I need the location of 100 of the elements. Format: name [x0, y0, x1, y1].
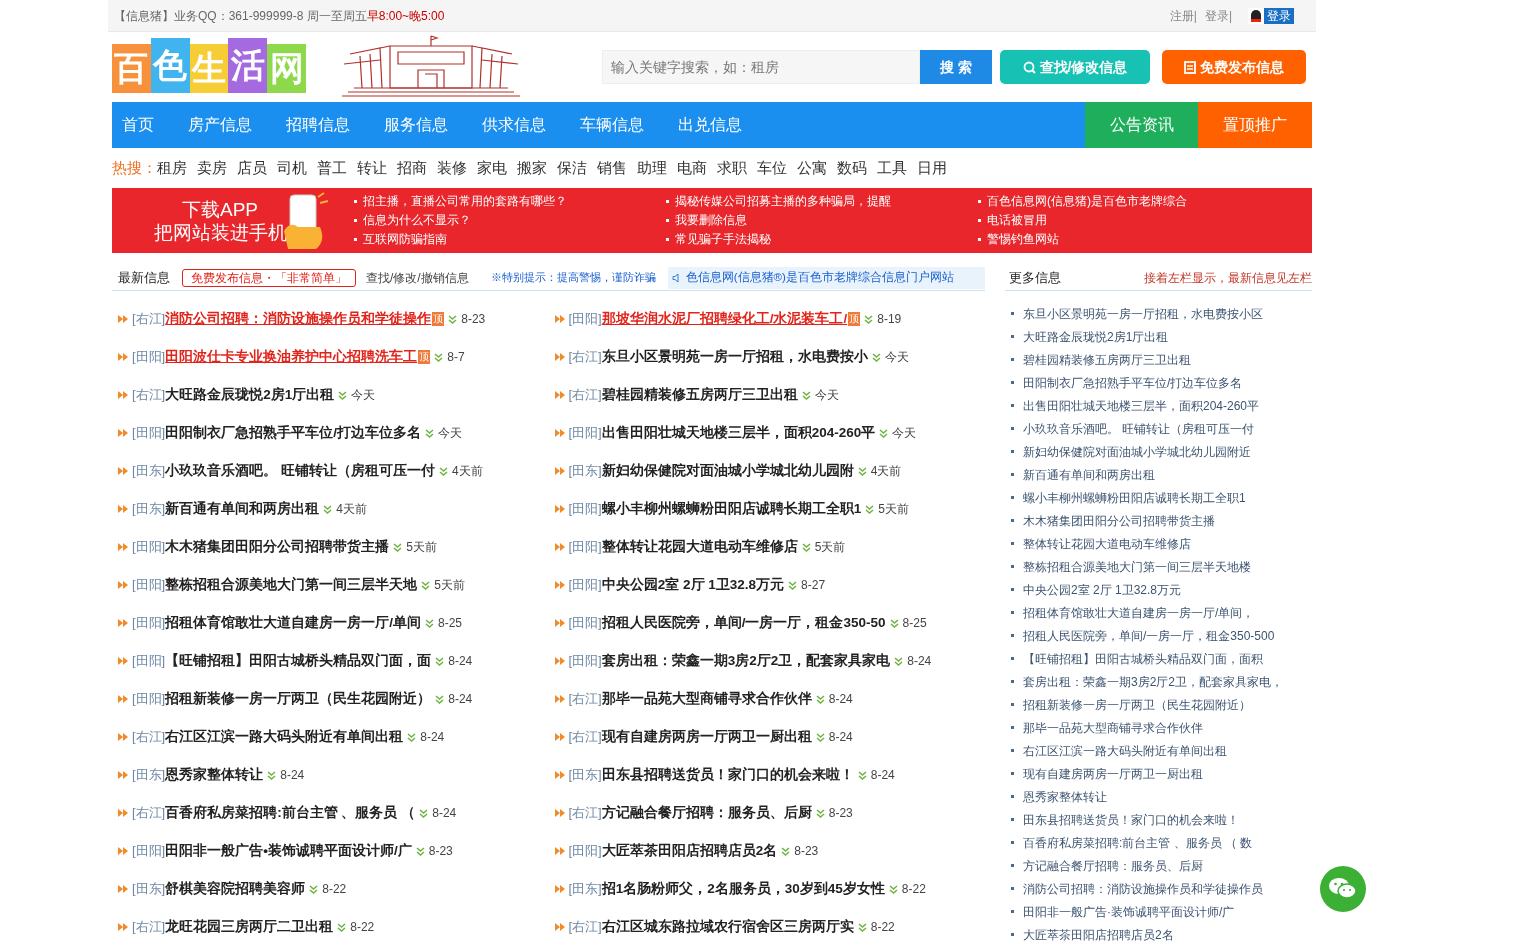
- more-info-link[interactable]: 整栋招租合源美地大门第一间三层半天地楼: [1011, 555, 1312, 578]
- listing-link[interactable]: 右江区江滨一路大码头附近有单间出租: [165, 726, 404, 748]
- listing-link[interactable]: 招租体育馆敢壮大道自建房一房一厅/单间: [165, 612, 421, 634]
- hot-search-link[interactable]: 车位: [757, 156, 787, 180]
- manage-info-link[interactable]: 查找/修改/撤销信息: [366, 268, 469, 287]
- listing-link[interactable]: 小玖玖音乐酒吧。 旺铺转让（房租可压一付: [165, 460, 435, 482]
- more-info-link[interactable]: 招租人民医院旁，单间/一房一厅，租金350-500: [1011, 624, 1312, 647]
- more-info-link[interactable]: 东旦小区景明苑一房一厅招租，水电费按小区: [1011, 302, 1312, 325]
- more-info-link[interactable]: 百香府私房菜招聘:前台主管 、服务员 （ 数: [1011, 831, 1312, 854]
- listing-link[interactable]: 碧桂园精装修五房两厅三卫出租: [601, 384, 798, 406]
- more-info-link[interactable]: 新百通有单间和两房出租: [1011, 463, 1312, 486]
- more-info-link[interactable]: 田东县招聘送货员！家门口的机会来啦！: [1011, 808, 1312, 831]
- search-button[interactable]: 搜 索: [920, 50, 992, 84]
- hot-search-link[interactable]: 电商: [677, 156, 707, 180]
- listing-link[interactable]: 木木猪集团田阳分公司招聘带货主播: [165, 536, 390, 558]
- more-info-link[interactable]: 大旺路金辰珑悦2房1厅出租: [1011, 325, 1312, 348]
- more-info-link[interactable]: 【旺铺招租】田阳古城桥头精品双门面，面积: [1011, 647, 1312, 670]
- listing-link[interactable]: 消防公司招聘：消防设施操作员和学徒操作: [165, 308, 432, 330]
- listing-link[interactable]: 那毕一品苑大型商铺寻求合作伙伴: [601, 688, 812, 710]
- hot-search-link[interactable]: 销售: [597, 156, 627, 180]
- hot-search-link[interactable]: 转让: [357, 156, 387, 180]
- listing-link[interactable]: 大旺路金辰珑悦2房1厅出租: [165, 384, 335, 406]
- listing-link[interactable]: 右江区城东路拉域农行宿舍区三房两厅实: [601, 916, 854, 938]
- listing-link[interactable]: 大匠萃茶田阳店招聘店员2名: [601, 840, 778, 862]
- listing-link[interactable]: 百香府私房菜招聘:前台主管 、服务员 （: [165, 802, 416, 824]
- hot-search-link[interactable]: 店员: [237, 156, 267, 180]
- more-info-link[interactable]: 小玖玖音乐酒吧。 旺铺转让（房租可压一付: [1011, 417, 1312, 440]
- listing-link[interactable]: 招租新装修一房一厅两卫（民生花园附近）: [165, 688, 432, 710]
- banner-link[interactable]: 揭秘传媒公司招募主播的多种骗局，提醒: [666, 192, 978, 211]
- listing-link[interactable]: 舒棋美容院招聘美容师: [165, 878, 306, 900]
- more-info-link[interactable]: 螺小丰柳州螺蛳粉田阳店诚聘长期工全职1: [1011, 486, 1312, 509]
- banner-link[interactable]: 招主播，直播公司常用的套路有哪些？: [354, 192, 666, 211]
- hot-search-link[interactable]: 搬家: [517, 156, 547, 180]
- banner-link[interactable]: 警惕钓鱼网站: [978, 230, 1290, 249]
- hot-search-link[interactable]: 卖房: [197, 156, 227, 180]
- listing-link[interactable]: 招1名肠粉师父，2名服务员，30岁到45岁女性: [601, 878, 885, 900]
- listing-link[interactable]: 整体转让花园大道电动车维修店: [601, 536, 798, 558]
- listing-link[interactable]: 田阳非一般广告•装饰诚聘平面设计师/广: [165, 840, 412, 862]
- more-info-link[interactable]: 中央公园2室 2厅 1卫32.8万元: [1011, 578, 1312, 601]
- hot-search-link[interactable]: 公寓: [797, 156, 827, 180]
- hot-search-link[interactable]: 数码: [837, 156, 867, 180]
- region-tag: [右江]: [568, 385, 602, 405]
- listing-link[interactable]: 整栋招租合源美地大门第一间三层半天地: [165, 574, 418, 596]
- listing-link[interactable]: 那坡华润水泥厂招聘绿化工/水泥装车工/: [601, 308, 848, 330]
- more-info-link[interactable]: 套房出租：荣鑫一期3房2厅2卫，配套家具家电，: [1011, 670, 1312, 693]
- wechat-button[interactable]: [1320, 866, 1366, 912]
- listing-link[interactable]: 现有自建房两房一厅两卫一厨出租: [601, 726, 812, 748]
- listing-link[interactable]: 恩秀家整体转让: [165, 764, 264, 786]
- hot-search-link[interactable]: 求职: [717, 156, 747, 180]
- listing-link[interactable]: 田东县招聘送货员！家门口的机会来啦！: [601, 764, 854, 786]
- more-info-link[interactable]: 碧桂园精装修五房两厅三卫出租: [1011, 348, 1312, 371]
- banner-link[interactable]: 电话被冒用: [978, 211, 1290, 230]
- more-info-link[interactable]: 右江区江滨一路大码头附近有单间出租: [1011, 739, 1312, 762]
- hot-search-link[interactable]: 助理: [637, 156, 667, 180]
- more-info-link[interactable]: 整体转让花园大道电动车维修店: [1011, 532, 1312, 555]
- hot-search-link[interactable]: 工具: [877, 156, 907, 180]
- hot-search-link[interactable]: 日用: [917, 156, 947, 180]
- more-info-link[interactable]: 那毕一品苑大型商铺寻求合作伙伴: [1011, 716, 1312, 739]
- search-field[interactable]: 输入关键字搜索，如：租房: [602, 50, 920, 84]
- more-info-link[interactable]: 消防公司招聘：消防设施操作员和学徒操作员: [1011, 877, 1312, 900]
- qq-login-button[interactable]: 登录: [1248, 7, 1294, 24]
- listing-link[interactable]: 东旦小区景明苑一房一厅招租，水电费按小: [601, 346, 868, 368]
- banner-link[interactable]: 常见骗子手法揭秘: [666, 230, 978, 249]
- more-info-link[interactable]: 出售田阳壮城天地楼三层半，面积204-260平: [1011, 394, 1312, 417]
- listing-link[interactable]: 田阳波仕卡专业换油养护中心招聘洗车工: [165, 346, 418, 368]
- banner-link[interactable]: 百色信息网(信息猪)是百色市老牌综合: [978, 192, 1290, 211]
- more-info-link[interactable]: 恩秀家整体转让: [1011, 785, 1312, 808]
- post-info-link[interactable]: 免费发布信息・「非常简单」: [182, 268, 356, 287]
- hot-search-link[interactable]: 装修: [437, 156, 467, 180]
- listing-link[interactable]: 【旺铺招租】田阳古城桥头精品双门面，面: [165, 650, 432, 672]
- more-info-link[interactable]: 方记融合餐厅招聘：服务员、后厨: [1011, 854, 1312, 877]
- listing-link[interactable]: 新妇幼保健院对面油城小学城北幼儿园附: [601, 460, 854, 482]
- hot-search-link[interactable]: 招商: [397, 156, 427, 180]
- listing-link[interactable]: 方记融合餐厅招聘：服务员、后厨: [601, 802, 812, 824]
- hot-search-link[interactable]: 家电: [477, 156, 507, 180]
- more-info-link[interactable]: 木木猪集团田阳分公司招聘带货主播: [1011, 509, 1312, 532]
- more-info-link[interactable]: 田阳非一般广告·装饰诚聘平面设计师/广: [1011, 900, 1312, 923]
- listing-link[interactable]: 中央公园2室 2厅 1卫32.8万元: [601, 574, 785, 596]
- hot-search-link[interactable]: 普工: [317, 156, 347, 180]
- listing-link[interactable]: 招租人民医院旁，单间/一房一厅，租金350-50: [601, 612, 886, 634]
- more-info-link[interactable]: 新妇幼保健院对面油城小学城北幼儿园附近: [1011, 440, 1312, 463]
- listing-link[interactable]: 新百通有单间和两房出租: [165, 498, 320, 520]
- hot-search-link[interactable]: 司机: [277, 156, 307, 180]
- more-info-link[interactable]: 招租体育馆敢壮大道自建房一房一厅/单间，: [1011, 601, 1312, 624]
- more-info-link[interactable]: 招租新装修一房一厅两卫（民生花园附近）: [1011, 693, 1312, 716]
- banner-link[interactable]: 我要删除信息: [666, 211, 978, 230]
- more-info-link[interactable]: 现有自建房两房一厅两卫一厨出租: [1011, 762, 1312, 785]
- site-logo[interactable]: 百色生活网: [112, 41, 306, 93]
- listing-link[interactable]: 出售田阳壮城天地楼三层半，面积204-260平: [601, 422, 876, 444]
- listing-link[interactable]: 螺小丰柳州螺蛳粉田阳店诚聘长期工全职1: [601, 498, 862, 520]
- listing-date: 8-23: [828, 805, 853, 822]
- hot-search-link[interactable]: 租房: [157, 156, 187, 180]
- hot-search-link[interactable]: 保洁: [557, 156, 587, 180]
- banner-link[interactable]: 互联网防骗指南: [354, 230, 666, 249]
- listing-link[interactable]: 龙旺花园三房两厅二卫出租: [165, 916, 334, 938]
- more-info-link[interactable]: 大匠萃茶田阳店招聘店员2名: [1011, 923, 1312, 945]
- listing-link[interactable]: 田阳制衣厂急招熟手平车位/打边车位多名: [165, 422, 421, 444]
- banner-link[interactable]: 信息为什么不显示？: [354, 211, 666, 230]
- more-info-link[interactable]: 田阳制衣厂急招熟手平车位/打边车位多名: [1011, 371, 1312, 394]
- listing-link[interactable]: 套房出租：荣鑫一期3房2厅2卫，配套家具家电: [601, 650, 891, 672]
